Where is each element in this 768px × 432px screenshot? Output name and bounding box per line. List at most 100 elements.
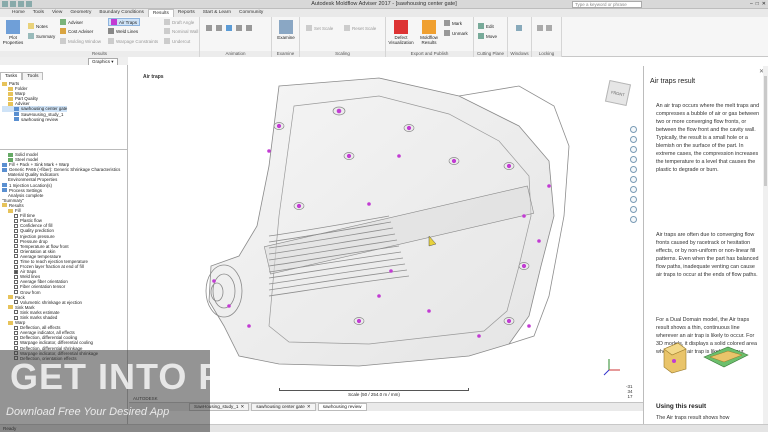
- result-checkbox[interactable]: [14, 310, 18, 315]
- tree-item-label: Sink marks shaded: [20, 315, 58, 320]
- locking-buttons[interactable]: [537, 25, 552, 31]
- help-paragraph-2: Air traps are often due to converging fl…: [656, 232, 759, 278]
- model-icon: [8, 152, 13, 157]
- adviser-icon: [60, 19, 66, 25]
- tab-boundary-conditions[interactable]: Boundary Conditions: [95, 9, 148, 17]
- nominal-wall-button[interactable]: Nominal Wall: [164, 28, 198, 34]
- set-scale-button[interactable]: Set Scale: [306, 25, 333, 31]
- draft-angle-icon: [164, 19, 170, 25]
- air-trap-illustration: [658, 339, 750, 375]
- result-checkbox[interactable]: [14, 264, 18, 269]
- folder-icon: [2, 203, 7, 208]
- last-frame-icon[interactable]: [246, 25, 252, 31]
- result-checkbox[interactable]: [14, 269, 18, 274]
- folder-icon: [8, 96, 13, 101]
- doc-tab-review[interactable]: sawhousing review: [317, 403, 367, 411]
- result-checkbox[interactable]: [14, 315, 18, 320]
- result-checkbox[interactable]: [14, 244, 18, 249]
- air-traps-button[interactable]: Air Traps: [108, 18, 141, 26]
- weld-lines-button[interactable]: Weld Lines: [108, 28, 138, 34]
- result-checkbox[interactable]: [14, 335, 18, 340]
- tab-results[interactable]: Results: [147, 9, 174, 17]
- tab-reports[interactable]: Reports: [174, 9, 199, 17]
- summary-icon: [28, 33, 34, 39]
- close-tab-icon[interactable]: ✕: [240, 403, 244, 411]
- result-checkbox[interactable]: [14, 239, 18, 244]
- result-checkbox[interactable]: [14, 330, 18, 335]
- adviser-button[interactable]: Adviser: [60, 19, 83, 25]
- result-checkbox[interactable]: [14, 325, 18, 330]
- result-checkbox[interactable]: [14, 228, 18, 233]
- project-tree: Parts Folder Warp Part Quality Adviser sawhou…: [2, 81, 68, 122]
- animation-controls[interactable]: [206, 25, 252, 31]
- result-checkbox[interactable]: [14, 254, 18, 259]
- draft-angle-button[interactable]: Draft Angle: [164, 19, 194, 25]
- axis-triad: [603, 356, 623, 376]
- reset-scale-button[interactable]: Reset Scale: [344, 25, 376, 31]
- tab-view[interactable]: View: [48, 9, 66, 17]
- move-button[interactable]: Move: [478, 33, 497, 39]
- result-checkbox[interactable]: [14, 249, 18, 254]
- undercut-button[interactable]: Undercut: [164, 38, 190, 44]
- result-checkbox[interactable]: [14, 284, 18, 289]
- title-bar: Autodesk Moldflow Adviser 2017 - [sawhou…: [0, 0, 768, 9]
- tab-tasks[interactable]: Tasks: [0, 72, 23, 80]
- cost-adviser-button[interactable]: Cost Adviser: [60, 28, 93, 34]
- tab-community[interactable]: Community: [235, 9, 267, 17]
- nominal-wall-icon: [164, 28, 170, 34]
- moldflow-results-button[interactable]: Moldflow Results: [416, 20, 442, 45]
- previous-frame-icon[interactable]: [216, 25, 222, 31]
- play-icon[interactable]: [226, 25, 232, 31]
- unmark-button[interactable]: Unmark: [444, 30, 468, 36]
- result-checkbox[interactable]: [14, 279, 18, 284]
- result-checkbox[interactable]: [14, 274, 18, 279]
- tab-geometry[interactable]: Geometry: [66, 9, 95, 17]
- result-checkbox[interactable]: [14, 259, 18, 264]
- defect-visualization-button[interactable]: Defect Visualization: [388, 20, 414, 45]
- plot-properties-button[interactable]: Plot Properties: [2, 20, 24, 45]
- panel-divider: [0, 149, 127, 150]
- notes-button[interactable]: Notes: [28, 23, 48, 29]
- minimize-icon[interactable]: –: [750, 1, 753, 7]
- examine-button[interactable]: Examine: [275, 20, 297, 40]
- tab-tools-panel[interactable]: Tools: [22, 72, 44, 80]
- folder-icon: [2, 81, 7, 86]
- tab-tools[interactable]: Tools: [29, 9, 48, 17]
- moldflow-results-icon: [422, 20, 436, 34]
- folder-icon: [8, 295, 13, 300]
- notes-icon: [28, 23, 34, 29]
- windows-button[interactable]: [516, 25, 522, 31]
- help-scrollbar[interactable]: [763, 66, 768, 424]
- result-checkbox[interactable]: [14, 218, 18, 223]
- result-checkbox[interactable]: [14, 234, 18, 239]
- unlock-icon[interactable]: [546, 25, 552, 31]
- warpage-constraints-button[interactable]: Warpage Constraints: [108, 38, 158, 44]
- mark-button[interactable]: Mark: [444, 20, 462, 26]
- edit-button[interactable]: Edit: [478, 23, 494, 29]
- result-checkbox[interactable]: [14, 213, 18, 218]
- next-frame-icon[interactable]: [236, 25, 242, 31]
- result-checkbox[interactable]: [14, 223, 18, 228]
- lock-icon[interactable]: [537, 25, 543, 31]
- scale-bar: Scale (50 / 254.0 m / mm): [279, 388, 469, 397]
- tab-start-learn[interactable]: Start & Learn: [199, 9, 235, 17]
- close-tab-icon[interactable]: ✕: [307, 403, 311, 411]
- first-frame-icon[interactable]: [206, 25, 212, 31]
- tree-item-label: sawhousing review: [21, 116, 59, 122]
- close-icon[interactable]: ✕: [762, 1, 766, 7]
- doc-tab-center-gate[interactable]: sawhousing center gate ✕: [251, 403, 316, 411]
- edit-icon: [478, 23, 484, 29]
- tab-home[interactable]: Home: [8, 9, 29, 17]
- scrollbar-thumb[interactable]: [764, 76, 767, 186]
- maximize-icon[interactable]: □: [756, 1, 759, 7]
- help-panel: ✕ Air traps result An air trap occurs wh…: [643, 66, 768, 424]
- molding-window-button[interactable]: Molding Window: [60, 38, 101, 44]
- search-input[interactable]: Type a keyword or phrase: [572, 1, 642, 8]
- window-title: Autodesk Moldflow Adviser 2017 - [sawhou…: [311, 1, 457, 7]
- animation-group: Animation: [200, 17, 272, 57]
- summary-button[interactable]: Summary: [28, 33, 55, 39]
- result-checkbox[interactable]: [14, 341, 18, 346]
- tree-item[interactable]: sawhousing review: [2, 117, 67, 122]
- result-checkbox[interactable]: [14, 300, 18, 305]
- result-checkbox[interactable]: [14, 290, 18, 295]
